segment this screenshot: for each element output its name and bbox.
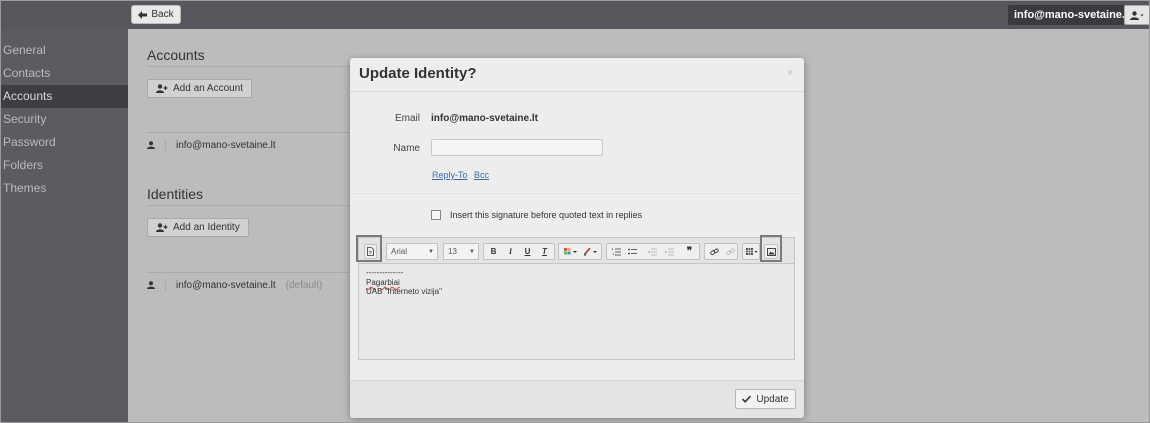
row-separator [165,279,166,291]
bcc-link[interactable]: Bcc [474,170,489,180]
signature-line: UAB "Interneto vizija" [366,287,442,296]
outdent-icon[interactable] [645,244,660,259]
add-user-icon [156,223,168,232]
identity-list-item[interactable]: info@mano-svetaine.lt (default) [147,273,357,297]
font-family-select[interactable]: Arial ▼ [386,243,438,260]
app-window: Back info@mano-svetaine.lt General Conta… [0,0,1150,423]
modal-footer: Update [350,380,804,418]
modal-header: Update Identity? × [350,58,804,92]
add-identity-label: Add an Identity [173,222,240,233]
add-identity-button[interactable]: Add an Identity [147,218,249,237]
sidebar-item-general[interactable]: General [1,39,128,62]
chevron-down-icon: ▼ [428,249,434,255]
email-value: info@mano-svetaine.lt [431,113,538,124]
list-indent-group: ❞ [606,243,700,260]
table-group [742,243,760,260]
unlink-icon[interactable] [723,244,737,259]
signature-position-checkbox[interactable] [431,210,441,220]
font-size-select[interactable]: 13 ▼ [443,243,479,260]
signature-line: Pagarbiai [366,278,400,287]
row-separator [165,139,166,151]
reply-to-link[interactable]: Reply-To [432,170,468,180]
back-button-label: Back [151,9,174,20]
update-identity-modal: Update Identity? × Email info@mano-sveta… [350,58,804,418]
sidebar-item-password[interactable]: Password [1,131,128,154]
unordered-list-icon[interactable] [625,244,640,259]
ordered-list-icon[interactable] [609,244,624,259]
checkmark-icon [742,395,752,403]
back-button[interactable]: Back [131,5,181,24]
sidebar-item-security[interactable]: Security [1,108,128,131]
font-size-value: 13 [448,247,457,256]
chevron-down-icon: ▼ [469,249,475,255]
update-button[interactable]: Update [735,389,796,409]
account-email: info@mano-svetaine.lt [176,139,276,151]
document-icon [367,247,374,256]
font-family-value: Arial [391,247,408,256]
accounts-section-title: Accounts [147,47,205,63]
identities-section-title: Identities [147,186,204,202]
text-color-button[interactable] [561,244,580,259]
name-label: Name [393,143,420,154]
indent-icon[interactable] [662,244,677,259]
identity-email: info@mano-svetaine.lt [176,279,276,291]
source-button[interactable] [364,244,377,259]
bold-button[interactable]: B [486,244,501,259]
sidebar-item-accounts[interactable]: Accounts [1,85,128,108]
top-bar: Back info@mano-svetaine.lt [1,1,1149,29]
identities-divider [147,205,357,206]
signature-editor[interactable]: -------------- Pagarbiai UAB "Interneto … [358,264,795,360]
blockquote-icon[interactable]: ❞ [682,244,697,259]
close-icon[interactable]: × [787,67,793,79]
add-user-icon [156,84,168,93]
modal-title: Update Identity? [359,65,477,82]
arrow-left-icon [138,10,148,19]
brush-icon [584,247,598,256]
email-label: Email [394,113,420,124]
insert-image-button[interactable] [764,244,778,259]
sidebar-item-contacts[interactable]: Contacts [1,62,128,85]
link-group [704,243,738,260]
form-divider [352,193,798,194]
color-palette-icon [563,247,578,256]
default-tag: (default) [285,279,323,291]
sidebar-item-folders[interactable]: Folders [1,154,128,177]
signature-line: -------------- [366,268,404,277]
accounts-divider [147,66,357,67]
update-button-label: Update [756,393,789,405]
add-account-label: Add an Account [173,83,244,94]
user-icon [147,281,155,289]
color-group [558,243,602,260]
italic-button[interactable]: I [503,244,518,259]
sidebar-item-themes[interactable]: Themes [1,177,128,200]
user-icon [147,141,155,149]
background-color-button[interactable] [581,244,601,259]
editor-toolbar: Arial ▼ 13 ▼ B I U T ❞ [356,235,795,264]
settings-sidebar: General Contacts Accounts Security Passw… [1,39,128,200]
user-icon [1130,10,1144,20]
account-list-item[interactable]: info@mano-svetaine.lt [147,133,357,157]
account-email-badge[interactable]: info@mano-svetaine.lt [1008,5,1138,25]
clear-format-button[interactable]: T [537,244,552,259]
add-account-button[interactable]: Add an Account [147,79,253,98]
underline-button[interactable]: U [520,244,535,259]
signature-position-label: Insert this signature before quoted text… [450,210,643,220]
name-input[interactable] [431,139,603,156]
table-icon[interactable] [744,244,760,259]
link-icon[interactable] [707,244,721,259]
text-style-group: B I U T [483,243,555,260]
image-icon [766,247,776,256]
user-menu-button[interactable] [1124,5,1149,25]
